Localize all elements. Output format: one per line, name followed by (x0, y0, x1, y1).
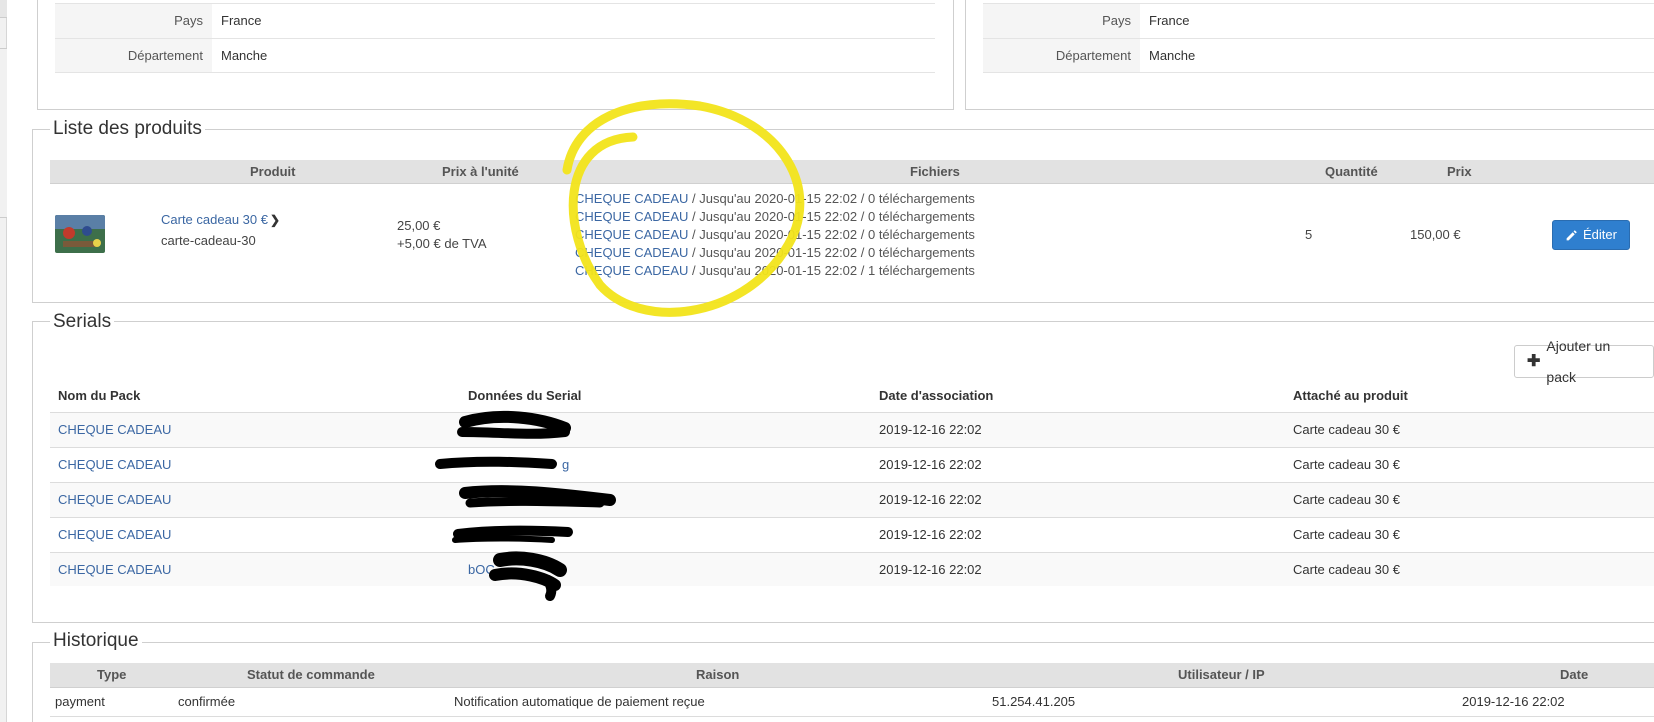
attached-product: Carte cadeau 30 € (1293, 457, 1400, 472)
serial-data: g (562, 457, 570, 472)
col-header-files: Fichiers (910, 164, 960, 179)
attached-product: Carte cadeau 30 € (1293, 562, 1400, 577)
file-detail: / Jusqu'au 2020-01-15 22:02 / 0 téléchar… (688, 227, 975, 242)
pack-link[interactable]: CHEQUE CADEAU (58, 413, 171, 447)
serial-data: bOC (468, 562, 495, 577)
file-entry: CHEQUE CADEAU / Jusqu'au 2020-01-15 22:0… (575, 226, 975, 244)
product-vat: +5,00 € de TVA (397, 236, 487, 251)
history-row: payment confirmée Notification automatiq… (50, 688, 1654, 717)
serial-row: CHEQUE CADEAU bOC 2019-12-16 22:02 Carte… (50, 552, 1654, 586)
billing-address-box: Pays France Département Manche (37, 0, 954, 110)
attached-product: Carte cadeau 30 € (1293, 492, 1400, 507)
address-row-department: Département Manche (983, 38, 1654, 73)
products-table-header: Produit Prix à l'unité Fichiers Quantité… (50, 160, 1654, 184)
products-legend: Liste des produits (50, 118, 205, 140)
file-link[interactable]: CHEQUE CADEAU (575, 191, 688, 206)
plus-icon: ✚ (1527, 353, 1541, 370)
history-type: payment (55, 694, 105, 709)
product-name-link[interactable]: Carte cadeau 30 € ❯ (161, 212, 280, 227)
association-date: 2019-12-16 22:02 (879, 457, 982, 472)
pack-link[interactable]: CHEQUE CADEAU (58, 518, 171, 552)
association-date: 2019-12-16 22:02 (879, 422, 982, 437)
history-reason: Notification automatique de paiement reç… (454, 694, 705, 709)
product-name: Carte cadeau 30 € (161, 212, 268, 227)
left-edge-panel (0, 0, 7, 722)
association-date: 2019-12-16 22:02 (879, 562, 982, 577)
file-link[interactable]: CHEQUE CADEAU (575, 227, 688, 242)
serials-table-header: Nom du Pack Données du Serial Date d'ass… (50, 380, 1654, 412)
col-header-attached: Attaché au produit (1293, 388, 1408, 403)
history-table-header: Type Statut de commande Raison Utilisate… (50, 663, 1654, 688)
pack-link[interactable]: CHEQUE CADEAU (58, 483, 171, 517)
product-unit-price: 25,00 € (397, 218, 441, 233)
serials-legend: Serials (50, 311, 115, 333)
association-date: 2019-12-16 22:02 (879, 527, 982, 542)
attached-product: Carte cadeau 30 € (1293, 527, 1400, 542)
address-row-country: Pays France (55, 3, 935, 38)
col-header-quantity: Quantité (1325, 164, 1378, 179)
file-detail: / Jusqu'au 2020-01-15 22:02 / 1 téléchar… (688, 263, 975, 278)
file-detail: / Jusqu'au 2020-01-15 22:02 / 0 téléchar… (688, 245, 975, 260)
association-date: 2019-12-16 22:02 (879, 492, 982, 507)
file-link[interactable]: CHEQUE CADEAU (575, 263, 688, 278)
address-value: France (221, 13, 262, 28)
serial-row: CHEQUE CADEAU 2019-12-16 22:02 Carte cad… (50, 412, 1654, 447)
file-entry: CHEQUE CADEAU / Jusqu'au 2020-01-15 22:0… (575, 208, 975, 226)
col-header-unit-price: Prix à l'unité (442, 164, 519, 179)
file-link[interactable]: CHEQUE CADEAU (575, 209, 688, 224)
product-quantity: 5 (1305, 227, 1313, 242)
file-detail: / Jusqu'au 2020-01-15 22:02 / 0 téléchar… (688, 191, 975, 206)
history-user-ip: 51.254.41.205 (992, 694, 1076, 709)
product-code: carte-cadeau-30 (161, 233, 256, 248)
file-detail: / Jusqu'au 2020-01-15 22:02 / 0 téléchar… (688, 209, 975, 224)
edit-label: Éditer (1583, 227, 1617, 242)
col-header-price: Prix (1447, 164, 1472, 179)
product-price: 150,00 € (1410, 227, 1461, 242)
attached-product: Carte cadeau 30 € (1293, 422, 1400, 437)
address-label: Département (983, 39, 1140, 72)
col-header-status: Statut de commande (247, 667, 375, 682)
pencil-icon (1566, 229, 1577, 240)
address-label: Département (55, 39, 212, 72)
col-header-type: Type (97, 667, 127, 682)
col-header-user-ip: Utilisateur / IP (1178, 667, 1265, 682)
pack-link[interactable]: CHEQUE CADEAU (58, 448, 171, 482)
chevron-right-icon: ❯ (269, 213, 281, 227)
history-legend: Historique (50, 630, 142, 652)
add-pack-button[interactable]: ✚ Ajouter un pack (1514, 338, 1654, 385)
product-thumbnail[interactable] (55, 215, 105, 253)
serial-row: CHEQUE CADEAU 2019-12-16 22:02 Carte cad… (50, 517, 1654, 552)
serial-row: CHEQUE CADEAU 2019-12-16 22:02 Carte cad… (50, 482, 1654, 517)
file-entry: CHEQUE CADEAU / Jusqu'au 2020-01-15 22:0… (575, 190, 975, 208)
address-value: Manche (221, 48, 268, 63)
history-date: 2019-12-16 22:02 (1462, 694, 1565, 709)
edit-product-button[interactable]: Éditer (1552, 220, 1630, 250)
address-row-department: Département Manche (55, 38, 935, 73)
shipping-address-box: Pays France Département Manche (965, 0, 1654, 110)
col-header-reason: Raison (696, 667, 740, 682)
history-status: confirmée (178, 694, 236, 709)
address-value: Manche (1149, 48, 1196, 63)
serial-row: CHEQUE CADEAU g 2019-12-16 22:02 Carte c… (50, 447, 1654, 482)
col-header-date: Date (1560, 667, 1589, 682)
address-value: France (1149, 13, 1190, 28)
left-edge-button[interactable] (0, 0, 7, 18)
address-row-country: Pays France (983, 3, 1654, 38)
col-header-date: Date d'association (879, 388, 994, 403)
col-header-serial-data: Données du Serial (468, 388, 582, 403)
address-label: Pays (983, 4, 1140, 38)
left-edge-tab[interactable] (0, 48, 7, 218)
pack-link[interactable]: CHEQUE CADEAU (58, 553, 171, 587)
file-link[interactable]: CHEQUE CADEAU (575, 245, 688, 260)
file-entry: CHEQUE CADEAU / Jusqu'au 2020-01-15 22:0… (575, 244, 975, 262)
col-header-pack: Nom du Pack (58, 388, 141, 403)
address-label: Pays (55, 4, 212, 38)
file-entry: CHEQUE CADEAU / Jusqu'au 2020-01-15 22:0… (575, 262, 975, 280)
col-header-product: Produit (250, 164, 296, 179)
